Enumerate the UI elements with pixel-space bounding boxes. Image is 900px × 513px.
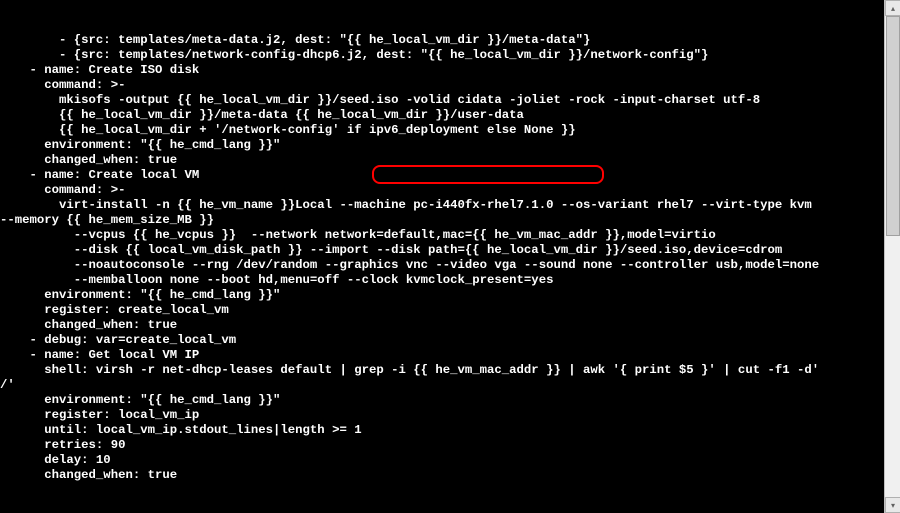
terminal-line: - {src: templates/network-config-dhcp6.j…	[0, 48, 884, 63]
terminal-line: - name: Create local VM	[0, 168, 884, 183]
terminal-line: --vcpus {{ he_vcpus }} --network network…	[0, 228, 884, 243]
terminal-line: - name: Get local VM IP	[0, 348, 884, 363]
terminal-line: retries: 90	[0, 438, 884, 453]
terminal-line: command: >-	[0, 78, 884, 93]
terminal-line: changed_when: true	[0, 153, 884, 168]
scrollbar-down-button[interactable]: ▾	[885, 497, 900, 513]
terminal-line: --memballoon none --boot hd,menu=off --c…	[0, 273, 884, 288]
terminal-line: register: create_local_vm	[0, 303, 884, 318]
terminal-line: until: local_vm_ip.stdout_lines|length >…	[0, 423, 884, 438]
terminal-line: changed_when: true	[0, 468, 884, 483]
terminal-line: - {src: templates/meta-data.j2, dest: "{…	[0, 33, 884, 48]
terminal-line: environment: "{{ he_cmd_lang }}"	[0, 288, 884, 303]
terminal-line: register: local_vm_ip	[0, 408, 884, 423]
terminal-line: command: >-	[0, 183, 884, 198]
vertical-scrollbar[interactable]: ▴ ▾	[884, 0, 900, 513]
terminal-line: changed_when: true	[0, 318, 884, 333]
terminal-line: environment: "{{ he_cmd_lang }}"	[0, 393, 884, 408]
terminal-line: --noautoconsole --rng /dev/random --grap…	[0, 258, 884, 273]
scrollbar-thumb[interactable]	[886, 16, 900, 236]
terminal-line: {{ he_local_vm_dir + '/network-config' i…	[0, 123, 884, 138]
terminal-line: - name: Create ISO disk	[0, 63, 884, 78]
terminal-line: /'	[0, 378, 884, 393]
terminal-line: delay: 10	[0, 453, 884, 468]
terminal-line: --disk {{ local_vm_disk_path }} --import…	[0, 243, 884, 258]
terminal-line: - debug: var=create_local_vm	[0, 333, 884, 348]
terminal-line: environment: "{{ he_cmd_lang }}"	[0, 138, 884, 153]
terminal-line: virt-install -n {{ he_vm_name }}Local --…	[0, 198, 884, 213]
terminal-line: shell: virsh -r net-dhcp-leases default …	[0, 363, 884, 378]
terminal-window[interactable]: - {src: templates/meta-data.j2, dest: "{…	[0, 0, 884, 513]
terminal-line: --memory {{ he_mem_size_MB }}	[0, 213, 884, 228]
terminal-line: mkisofs -output {{ he_local_vm_dir }}/se…	[0, 93, 884, 108]
scrollbar-up-button[interactable]: ▴	[885, 0, 900, 16]
terminal-content: - {src: templates/meta-data.j2, dest: "{…	[0, 33, 884, 483]
terminal-line: {{ he_local_vm_dir }}/meta-data {{ he_lo…	[0, 108, 884, 123]
